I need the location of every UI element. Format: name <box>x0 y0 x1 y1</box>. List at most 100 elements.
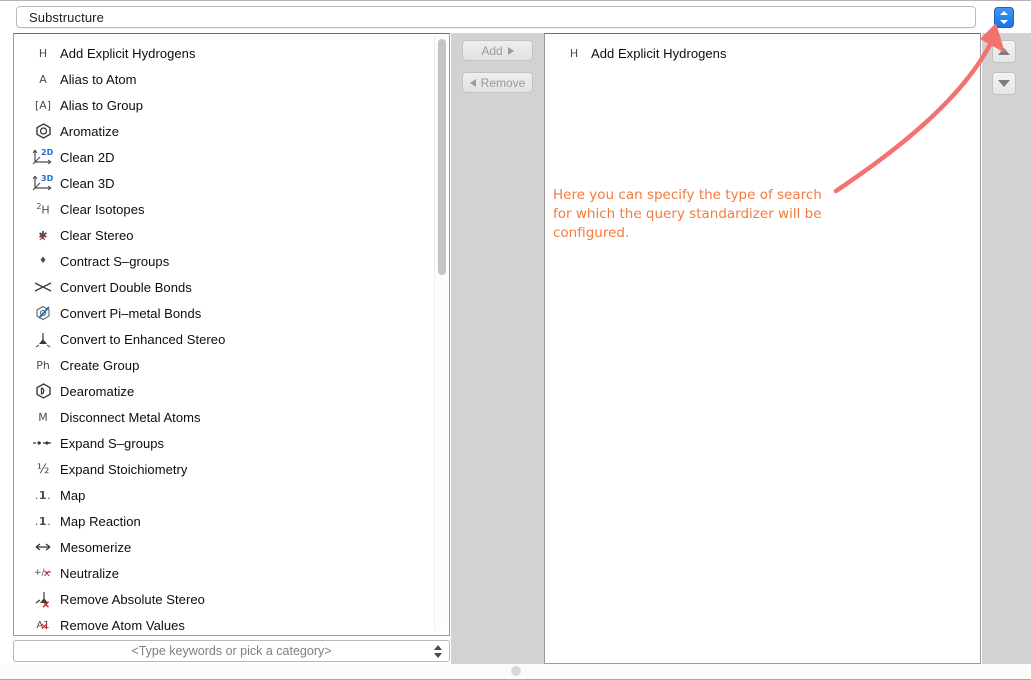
list-item-label: Neutralize <box>60 565 120 581</box>
resize-grip[interactable] <box>511 666 521 676</box>
map-icon: .1. <box>34 488 52 502</box>
svg-text:3D: 3D <box>41 174 54 183</box>
list-item-label: Remove Absolute Stereo <box>60 591 205 607</box>
available-actions-list[interactable]: H Add Explicit Hydrogens A Alias to Atom [A]… <box>13 33 450 636</box>
list-item-label: Expand Stoichiometry <box>60 461 188 477</box>
list-item[interactable]: 2D Clean 2D <box>14 144 434 170</box>
alias-atom-icon: A <box>39 72 47 86</box>
standardizer-configuration-window: Substructure H Add Explicit Hydrogens A Ali… <box>0 0 1031 680</box>
top-bar: Substructure <box>0 1 1031 33</box>
remove-absolute-stereo-icon: ✕ <box>28 589 58 610</box>
list-item[interactable]: [A] Alias to Group <box>14 92 434 118</box>
search-type-combo-value: Substructure <box>29 10 104 25</box>
remove-button-label: Remove <box>480 75 526 90</box>
list-item[interactable]: Convert Pi–metal Bonds <box>14 300 434 326</box>
disconnect-metal-atoms-icon: M <box>38 410 48 424</box>
clear-stereo-icon: ✱ ✕ <box>38 228 48 244</box>
add-button-label: Add <box>481 43 503 58</box>
keyword-stepper-icon[interactable] <box>433 644 443 659</box>
list-item[interactable]: +/− ✕ Neutralize <box>14 560 434 586</box>
list-item-label: Expand S–groups <box>60 435 165 451</box>
list-item[interactable]: M Disconnect Metal Atoms <box>14 404 434 430</box>
add-button[interactable]: Add <box>462 40 533 61</box>
list-item[interactable]: ♦ Contract S–groups <box>14 248 434 274</box>
list-item-label: Convert Double Bonds <box>60 279 192 295</box>
alias-group-icon: [A] <box>34 98 52 112</box>
list-item[interactable]: Dearomatize <box>14 378 434 404</box>
expand-sgroups-icon <box>28 433 58 453</box>
list-item[interactable]: Mesomerize <box>14 534 434 560</box>
create-group-icon: Ph <box>36 358 50 372</box>
list-item-label: Aromatize <box>60 123 119 139</box>
list-item-label: Map <box>60 487 86 503</box>
list-item[interactable]: A1 ✕ Remove Atom Values <box>14 612 434 635</box>
list-item-label: Clean 3D <box>60 175 115 191</box>
list-item[interactable]: Aromatize <box>14 118 434 144</box>
clear-isotopes-icon: 2H <box>36 201 50 217</box>
list-item[interactable]: A Alias to Atom <box>14 66 434 92</box>
list-item-label: Map Reaction <box>60 513 141 529</box>
list-item[interactable]: 2H Clear Isotopes <box>14 196 434 222</box>
dearomatize-icon <box>28 381 58 401</box>
list-item-label: Convert Pi–metal Bonds <box>60 305 202 321</box>
list-item-label: Clear Isotopes <box>60 201 145 217</box>
list-item-label: Disconnect Metal Atoms <box>60 409 201 425</box>
list-item[interactable]: 3D Clean 3D <box>14 170 434 196</box>
convert-pi-metal-bonds-icon <box>28 303 58 323</box>
remove-button[interactable]: Remove <box>462 72 533 93</box>
move-down-button[interactable] <box>992 72 1016 95</box>
arrow-up-icon <box>998 48 1010 55</box>
order-button-column <box>982 33 1031 664</box>
list-item[interactable]: ✱ ✕ Clear Stereo <box>14 222 434 248</box>
map-reaction-icon: .1. <box>34 514 52 528</box>
list-item-label: Clean 2D <box>60 149 115 165</box>
list-item[interactable]: H Add Explicit Hydrogens <box>545 40 980 66</box>
list-item[interactable]: Convert to Enhanced Stereo <box>14 326 434 352</box>
convert-double-bonds-icon <box>28 277 58 297</box>
search-type-stepper[interactable] <box>994 7 1014 28</box>
list-item[interactable]: Convert Double Bonds <box>14 274 434 300</box>
hydrogen-icon: H <box>38 46 48 60</box>
arrow-down-icon <box>998 80 1010 87</box>
convert-enhanced-stereo-icon <box>28 329 58 349</box>
expand-stoichiometry-icon: ½ <box>36 461 50 477</box>
remove-atom-values-icon: A1 ✕ <box>36 619 50 633</box>
list-item[interactable]: ½ Expand Stoichiometry <box>14 456 434 482</box>
move-up-button[interactable] <box>992 40 1016 63</box>
keyword-search-field[interactable]: <Type keywords or pick a category> <box>13 640 450 662</box>
svg-text:2D: 2D <box>41 148 54 157</box>
annotation-text: Here you can specify the type of search … <box>553 187 822 241</box>
clean-3d-icon: 3D <box>28 173 58 193</box>
selected-actions-list[interactable]: H Add Explicit Hydrogens <box>544 33 981 664</box>
list-item[interactable]: ✕ Remove Absolute Stereo <box>14 586 434 612</box>
chevron-up-icon <box>1000 11 1008 15</box>
list-item[interactable]: .1. Map <box>14 482 434 508</box>
keyword-search-placeholder: <Type keywords or pick a category> <box>131 644 332 658</box>
list-item-label: Add Explicit Hydrogens <box>60 45 196 61</box>
list-item-label: Alias to Group <box>60 97 144 113</box>
selected-actions-rows: H Add Explicit Hydrogens <box>545 40 980 66</box>
left-list-scrollbar[interactable] <box>434 36 447 631</box>
list-item-label: Convert to Enhanced Stereo <box>60 331 226 347</box>
list-item-label: Create Group <box>60 357 140 373</box>
triangle-left-icon <box>469 78 476 87</box>
list-item-label: Clear Stereo <box>60 227 134 243</box>
list-item[interactable]: Ph Create Group <box>14 352 434 378</box>
search-type-combo[interactable]: Substructure <box>16 6 976 28</box>
list-item-label: Remove Atom Values <box>60 617 185 633</box>
chevron-down-icon <box>1000 20 1008 24</box>
triangle-right-icon <box>507 46 514 55</box>
list-item-label: Mesomerize <box>60 539 132 555</box>
neutralize-icon: +/− ✕ <box>33 568 53 580</box>
list-item[interactable]: H Add Explicit Hydrogens <box>14 40 434 66</box>
list-item-label: Alias to Atom <box>60 71 137 87</box>
clean-2d-icon: 2D <box>28 147 58 167</box>
list-item[interactable]: .1. Map Reaction <box>14 508 434 534</box>
aromatize-icon <box>28 121 58 141</box>
list-item[interactable]: Expand S–groups <box>14 430 434 456</box>
contract-sgroups-icon: ♦ <box>38 256 48 266</box>
mesomerize-icon <box>28 537 58 557</box>
left-list-scrollbar-thumb[interactable] <box>438 39 446 275</box>
available-actions-rows: H Add Explicit Hydrogens A Alias to Atom [A]… <box>14 40 434 635</box>
transfer-button-column: Add Remove <box>451 33 544 664</box>
